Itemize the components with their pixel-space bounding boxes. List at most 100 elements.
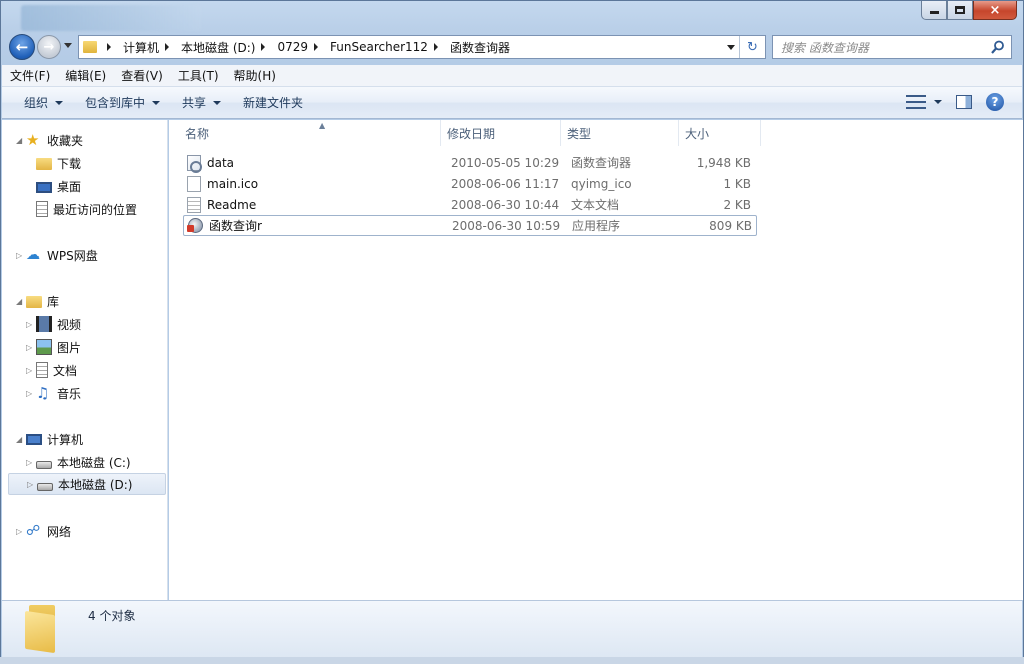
chevron-down-icon xyxy=(934,100,942,104)
include-in-library-button[interactable]: 包含到库中 xyxy=(75,87,172,118)
breadcrumb-separator[interactable] xyxy=(259,43,273,51)
file-type: qyimg_ico xyxy=(571,176,632,191)
file-row-focused[interactable]: 函数查询r 2008-06-30 10:59 应用程序 809 KB xyxy=(183,215,757,236)
document-icon xyxy=(36,362,48,378)
network-icon: ☍ xyxy=(26,523,41,539)
column-header-type[interactable]: 类型 xyxy=(561,120,679,146)
menu-tools[interactable]: 工具(T) xyxy=(170,67,226,84)
search-box[interactable]: 搜索 函数查询器 xyxy=(772,35,1012,59)
collapse-icon[interactable]: ▷ xyxy=(27,480,35,489)
file-name: 函数查询r xyxy=(209,219,262,233)
nav-music[interactable]: ▷ ♫ 音乐 xyxy=(26,382,81,404)
organize-label: 组织 xyxy=(24,96,49,110)
file-row[interactable]: main.ico 2008-06-06 11:17 qyimg_ico 1 KB xyxy=(183,173,757,194)
cloud-icon: ☁ xyxy=(26,247,40,263)
refresh-button[interactable]: ↻ xyxy=(739,36,765,58)
search-input[interactable]: 搜索 函数查询器 xyxy=(781,39,869,56)
file-size: 1 KB xyxy=(723,176,751,191)
nav-network[interactable]: ▷ ☍ 网络 xyxy=(16,520,71,542)
collapse-icon[interactable]: ▷ xyxy=(26,389,34,398)
minimize-button[interactable] xyxy=(921,1,947,20)
explorer-window: × ← → 计算机 本地磁盘 (D:) 0729 FunSearcher112 … xyxy=(0,0,1024,664)
file-type: 函数查询器 xyxy=(571,156,632,170)
nav-favorites[interactable]: ◢ ★ 收藏夹 xyxy=(16,129,83,151)
menu-view[interactable]: 查看(V) xyxy=(113,67,170,84)
nav-desktop[interactable]: 桌面 xyxy=(36,175,81,197)
new-folder-button[interactable]: 新建文件夹 xyxy=(233,87,315,118)
nav-libraries[interactable]: ◢ 库 xyxy=(16,290,59,312)
organize-button[interactable]: 组织 xyxy=(2,87,75,118)
nav-computer[interactable]: ◢ 计算机 xyxy=(16,428,83,450)
folder-icon xyxy=(25,605,63,654)
new-folder-label: 新建文件夹 xyxy=(243,96,304,110)
forward-button[interactable]: → xyxy=(37,35,61,59)
breadcrumb-computer[interactable]: 计算机 xyxy=(123,39,159,56)
recent-pages-dropdown[interactable] xyxy=(64,43,72,48)
breadcrumb-funsearcher[interactable]: FunSearcher112 xyxy=(330,40,428,54)
column-header-size[interactable]: 大小 xyxy=(679,120,761,146)
collapse-icon[interactable]: ▷ xyxy=(26,343,34,352)
back-arrow-icon: ← xyxy=(15,38,29,56)
menu-edit[interactable]: 编辑(E) xyxy=(57,67,113,84)
expand-icon[interactable]: ◢ xyxy=(16,136,24,145)
chevron-right-icon xyxy=(433,43,438,51)
close-icon: × xyxy=(989,2,1001,18)
file-type: 应用程序 xyxy=(572,219,621,233)
breadcrumb-root-arrow[interactable] xyxy=(105,43,119,51)
application-icon xyxy=(187,218,203,233)
address-history-dropdown[interactable] xyxy=(727,45,735,50)
file-name: data xyxy=(207,155,235,170)
libraries-icon xyxy=(26,296,42,308)
nav-pictures[interactable]: ▷ 图片 xyxy=(26,336,81,358)
collapse-icon[interactable]: ▷ xyxy=(26,320,34,329)
breadcrumb-drive-d[interactable]: 本地磁盘 (D:) xyxy=(181,39,255,56)
preview-pane-icon[interactable] xyxy=(956,95,972,109)
navigation-row: ← → 计算机 本地磁盘 (D:) 0729 FunSearcher112 函数… xyxy=(1,31,1023,61)
forward-arrow-icon: → xyxy=(43,39,55,55)
breadcrumb-current-folder[interactable]: 函数查询器 xyxy=(450,39,510,56)
back-button[interactable]: ← xyxy=(9,34,35,60)
search-icon[interactable] xyxy=(991,40,1005,54)
collapse-icon[interactable]: ▷ xyxy=(26,458,34,467)
nav-videos[interactable]: ▷ 视频 xyxy=(26,313,81,335)
breadcrumb-0729[interactable]: 0729 xyxy=(277,40,308,54)
share-button[interactable]: 共享 xyxy=(172,87,233,118)
nav-drive-c[interactable]: ▷ 本地磁盘 (C:) xyxy=(26,451,131,473)
breadcrumb-separator[interactable] xyxy=(312,43,326,51)
collapse-icon[interactable]: ▷ xyxy=(16,251,24,260)
column-header-date[interactable]: 修改日期 xyxy=(441,120,561,146)
close-button[interactable]: × xyxy=(973,1,1017,20)
menu-file[interactable]: 文件(F) xyxy=(2,67,57,84)
chevron-down-icon xyxy=(55,100,64,105)
expand-icon[interactable]: ◢ xyxy=(16,435,24,444)
video-icon xyxy=(36,316,52,332)
breadcrumb-separator[interactable] xyxy=(163,43,177,51)
nav-drive-d[interactable]: ▷ 本地磁盘 (D:) xyxy=(8,473,166,495)
chevron-down-icon xyxy=(213,100,222,105)
file-list: 名称 ▲ 修改日期 类型 大小 data 2010-05-05 10:29 函数… xyxy=(169,120,1023,600)
help-icon[interactable]: ? xyxy=(986,93,1004,111)
share-label: 共享 xyxy=(182,96,207,110)
column-header-name[interactable]: 名称 ▲ xyxy=(179,120,441,146)
chevron-right-icon xyxy=(165,43,170,51)
breadcrumb-separator[interactable] xyxy=(432,43,446,51)
change-view-button[interactable] xyxy=(906,95,942,109)
address-bar[interactable]: 计算机 本地磁盘 (D:) 0729 FunSearcher112 函数查询器 … xyxy=(78,35,766,59)
nav-downloads[interactable]: 下载 xyxy=(36,152,81,174)
file-row[interactable]: data 2010-05-05 10:29 函数查询器 1,948 KB xyxy=(183,152,757,173)
expand-icon[interactable]: ◢ xyxy=(16,297,24,306)
file-row[interactable]: Readme 2008-06-30 10:44 文本文档 2 KB xyxy=(183,194,757,215)
nav-documents[interactable]: ▷ 文档 xyxy=(26,359,77,381)
menu-help[interactable]: 帮助(H) xyxy=(226,67,283,84)
folder-icon xyxy=(83,41,97,53)
nav-wps-cloud[interactable]: ▷ ☁ WPS网盘 xyxy=(16,244,98,266)
chevron-right-icon xyxy=(107,43,111,51)
maximize-button[interactable] xyxy=(947,1,973,20)
chevron-down-icon xyxy=(152,100,161,105)
collapse-icon[interactable]: ▷ xyxy=(16,527,24,536)
collapse-icon[interactable]: ▷ xyxy=(26,366,34,375)
command-bar: 组织 包含到库中 共享 新建文件夹 ? xyxy=(2,87,1022,119)
desktop-icon xyxy=(36,181,52,193)
nav-recent-places[interactable]: 最近访问的位置 xyxy=(36,198,137,220)
file-date: 2008-06-06 11:17 xyxy=(451,176,560,191)
